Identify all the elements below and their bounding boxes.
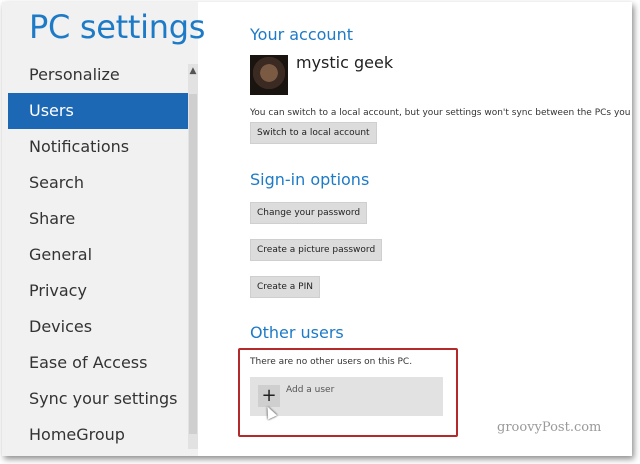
watermark: groovyPost.com: [497, 420, 602, 435]
app-title: PC settings: [29, 8, 206, 46]
sidebar-item-general[interactable]: General: [2, 237, 190, 273]
create-pin-button[interactable]: Create a PIN: [250, 276, 320, 298]
sidebar-item-sync-your-settings[interactable]: Sync your settings: [2, 381, 190, 417]
avatar: [250, 55, 288, 95]
sidebar-item-personalize[interactable]: Personalize: [2, 57, 190, 93]
sidebar-item-devices[interactable]: Devices: [2, 309, 190, 345]
sidebar-item-ease-of-access[interactable]: Ease of Access: [2, 345, 190, 381]
other-users-heading: Other users: [250, 323, 344, 342]
your-account-heading: Your account: [250, 25, 353, 44]
switch-local-account-button[interactable]: Switch to a local account: [250, 122, 377, 144]
sidebar-item-notifications[interactable]: Notifications: [2, 129, 190, 165]
add-user-label: Add a user: [286, 385, 335, 395]
no-other-users-text: There are no other users on this PC.: [250, 357, 413, 367]
sidebar-item-privacy[interactable]: Privacy: [2, 273, 190, 309]
sidebar-item-share[interactable]: Share: [2, 201, 190, 237]
change-password-button[interactable]: Change your password: [250, 202, 368, 224]
sign-in-options-heading: Sign-in options: [250, 170, 370, 189]
plus-icon[interactable]: +: [258, 385, 280, 407]
sidebar-item-users[interactable]: Users: [8, 93, 190, 129]
main-content: Your account mystic geek You can switch …: [198, 2, 632, 456]
account-info-text: You can switch to a local account, but y…: [250, 108, 632, 118]
settings-window: PC settings Personalize Users Notificati…: [2, 2, 632, 456]
sidebar-scrollbar[interactable]: ▲: [188, 64, 198, 449]
scroll-thumb[interactable]: [189, 94, 197, 434]
sidebar-item-search[interactable]: Search: [2, 165, 190, 201]
sidebar: PC settings Personalize Users Notificati…: [2, 2, 205, 456]
sidebar-item-homegroup[interactable]: HomeGroup: [2, 417, 190, 453]
create-picture-password-button[interactable]: Create a picture password: [250, 239, 383, 261]
add-user-button[interactable]: + Add a user: [250, 377, 443, 416]
user-name: mystic geek: [296, 53, 394, 72]
sidebar-nav: Personalize Users Notifications Search S…: [2, 57, 190, 453]
scroll-up-icon[interactable]: ▲: [188, 64, 198, 78]
